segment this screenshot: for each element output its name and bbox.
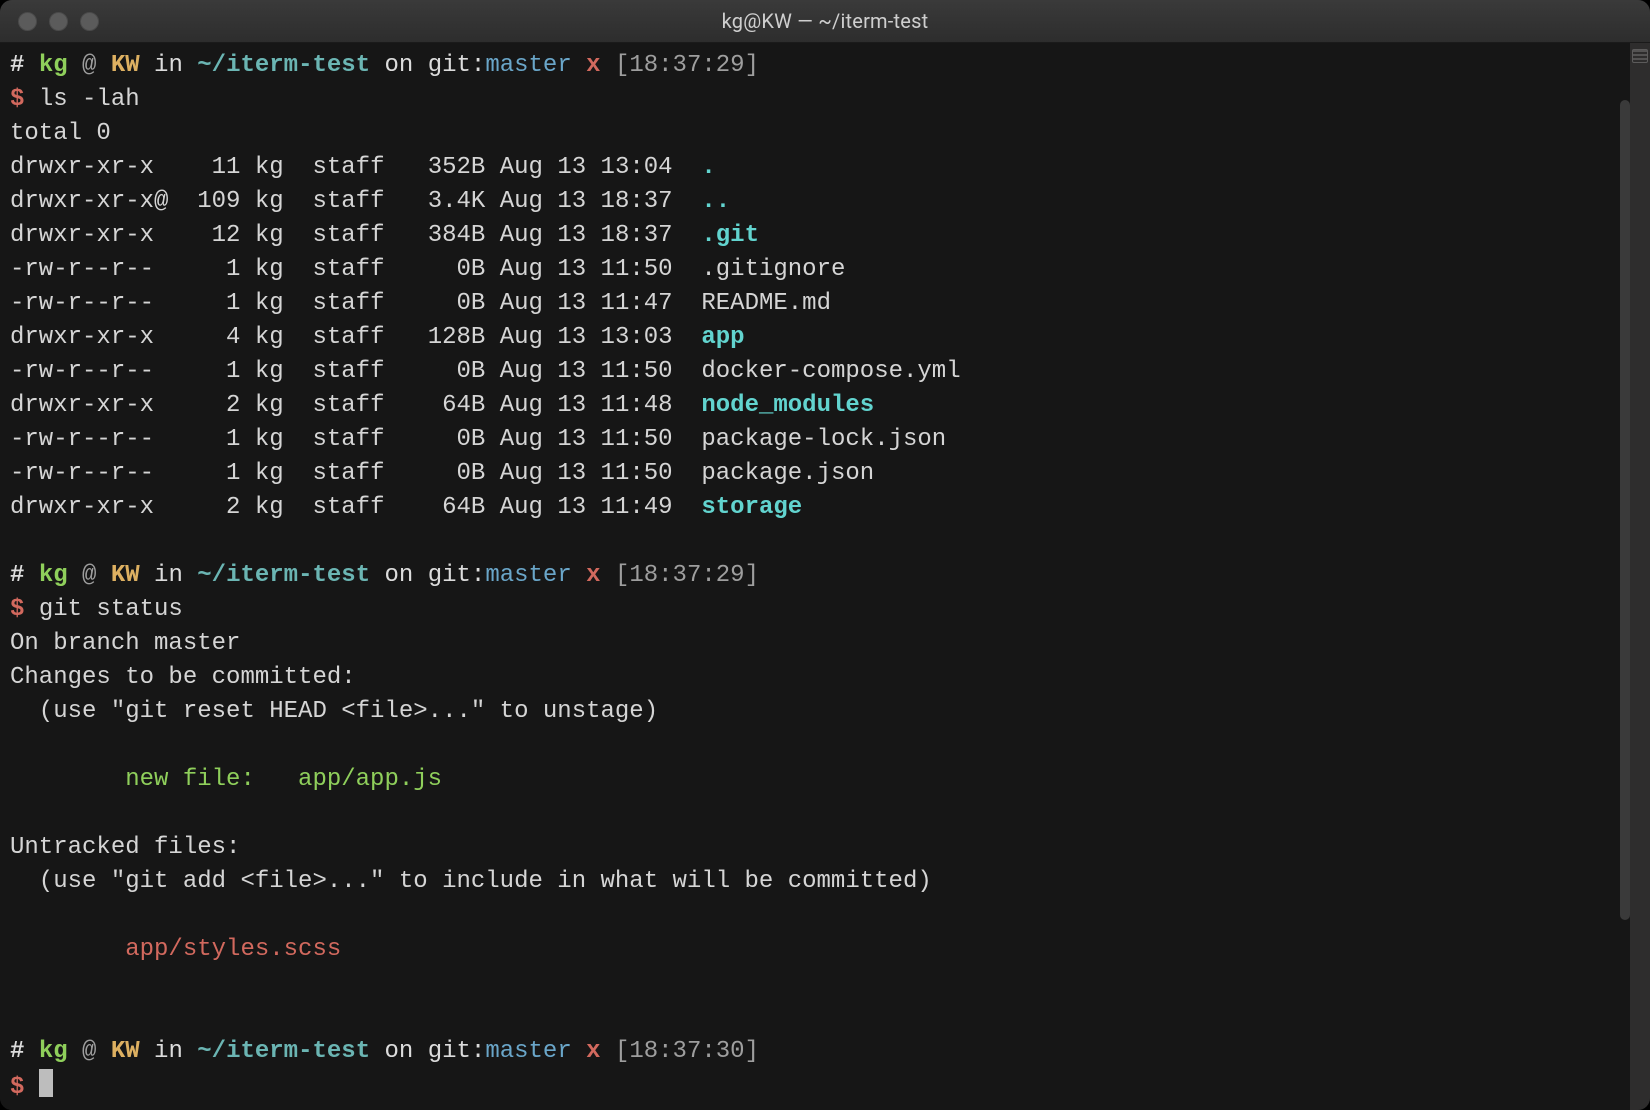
right-gutter [1630, 43, 1650, 1110]
command-line: $ git status [10, 593, 1620, 627]
ls-row: drwxr-xr-x 2 kg staff 64B Aug 13 11:49 s… [10, 491, 1620, 525]
scrollbar[interactable] [1620, 100, 1630, 920]
terminal-line [10, 729, 1620, 763]
ls-row: drwxr-xr-x@ 109 kg staff 3.4K Aug 13 18:… [10, 185, 1620, 219]
ls-entry-name: .gitignore [701, 256, 845, 283]
ls-row: drwxr-xr-x 12 kg staff 384B Aug 13 18:37… [10, 219, 1620, 253]
ls-entry-name: app [701, 324, 744, 351]
cursor [39, 1069, 53, 1097]
command-line: $ ls -lah [10, 83, 1620, 117]
window-body: # kg @ KW in ~/iterm-test on git:master … [0, 43, 1650, 1110]
ls-row: drwxr-xr-x 2 kg staff 64B Aug 13 11:48 n… [10, 389, 1620, 423]
titlebar[interactable]: kg@KW — ~/iterm-test [0, 0, 1650, 43]
terminal-line [10, 967, 1620, 1001]
terminal-line [10, 525, 1620, 559]
terminal-line: app/styles.scss [10, 933, 1620, 967]
terminal-line: Changes to be committed: [10, 661, 1620, 695]
minimize-icon[interactable] [49, 12, 68, 31]
prompt-line: # kg @ KW in ~/iterm-test on git:master … [10, 559, 1620, 593]
zoom-icon[interactable] [80, 12, 99, 31]
ls-row: -rw-r--r-- 1 kg staff 0B Aug 13 11:50 do… [10, 355, 1620, 389]
terminal-line: total 0 [10, 117, 1620, 151]
terminal-window: kg@KW — ~/iterm-test # kg @ KW in ~/iter… [0, 0, 1650, 1110]
terminal-line [10, 899, 1620, 933]
ls-row: -rw-r--r-- 1 kg staff 0B Aug 13 11:50 .g… [10, 253, 1620, 287]
terminal-line: (use "git reset HEAD <file>..." to unsta… [10, 695, 1620, 729]
ls-row: drwxr-xr-x 11 kg staff 352B Aug 13 13:04… [10, 151, 1620, 185]
ls-row: -rw-r--r-- 1 kg staff 0B Aug 13 11:50 pa… [10, 423, 1620, 457]
terminal-output[interactable]: # kg @ KW in ~/iterm-test on git:master … [0, 43, 1630, 1110]
ls-row: -rw-r--r-- 1 kg staff 0B Aug 13 11:47 RE… [10, 287, 1620, 321]
ls-entry-name: . [701, 154, 715, 181]
terminal-line: new file: app/app.js [10, 763, 1620, 797]
ls-entry-name: docker-compose.yml [701, 358, 960, 385]
terminal-line: Untracked files: [10, 831, 1620, 865]
ls-entry-name: node_modules [701, 392, 874, 419]
ls-row: drwxr-xr-x 4 kg staff 128B Aug 13 13:03 … [10, 321, 1620, 355]
ls-entry-name: README.md [701, 290, 831, 317]
terminal-line: On branch master [10, 627, 1620, 661]
prompt-line: # kg @ KW in ~/iterm-test on git:master … [10, 49, 1620, 83]
annotations-icon[interactable] [1632, 49, 1648, 63]
ls-entry-name: package.json [701, 460, 874, 487]
terminal-line [10, 797, 1620, 831]
ls-entry-name: .git [701, 222, 759, 249]
traffic-lights [18, 12, 99, 31]
prompt-line: # kg @ KW in ~/iterm-test on git:master … [10, 1035, 1620, 1069]
ls-entry-name: package-lock.json [701, 426, 946, 453]
ls-entry-name: .. [701, 188, 730, 215]
close-icon[interactable] [18, 12, 37, 31]
terminal-line: (use "git add <file>..." to include in w… [10, 865, 1620, 899]
ls-entry-name: storage [701, 494, 802, 521]
ls-row: -rw-r--r-- 1 kg staff 0B Aug 13 11:50 pa… [10, 457, 1620, 491]
terminal-line [10, 1001, 1620, 1035]
command-line: $ [10, 1069, 1620, 1105]
window-title: kg@KW — ~/iterm-test [722, 9, 929, 33]
